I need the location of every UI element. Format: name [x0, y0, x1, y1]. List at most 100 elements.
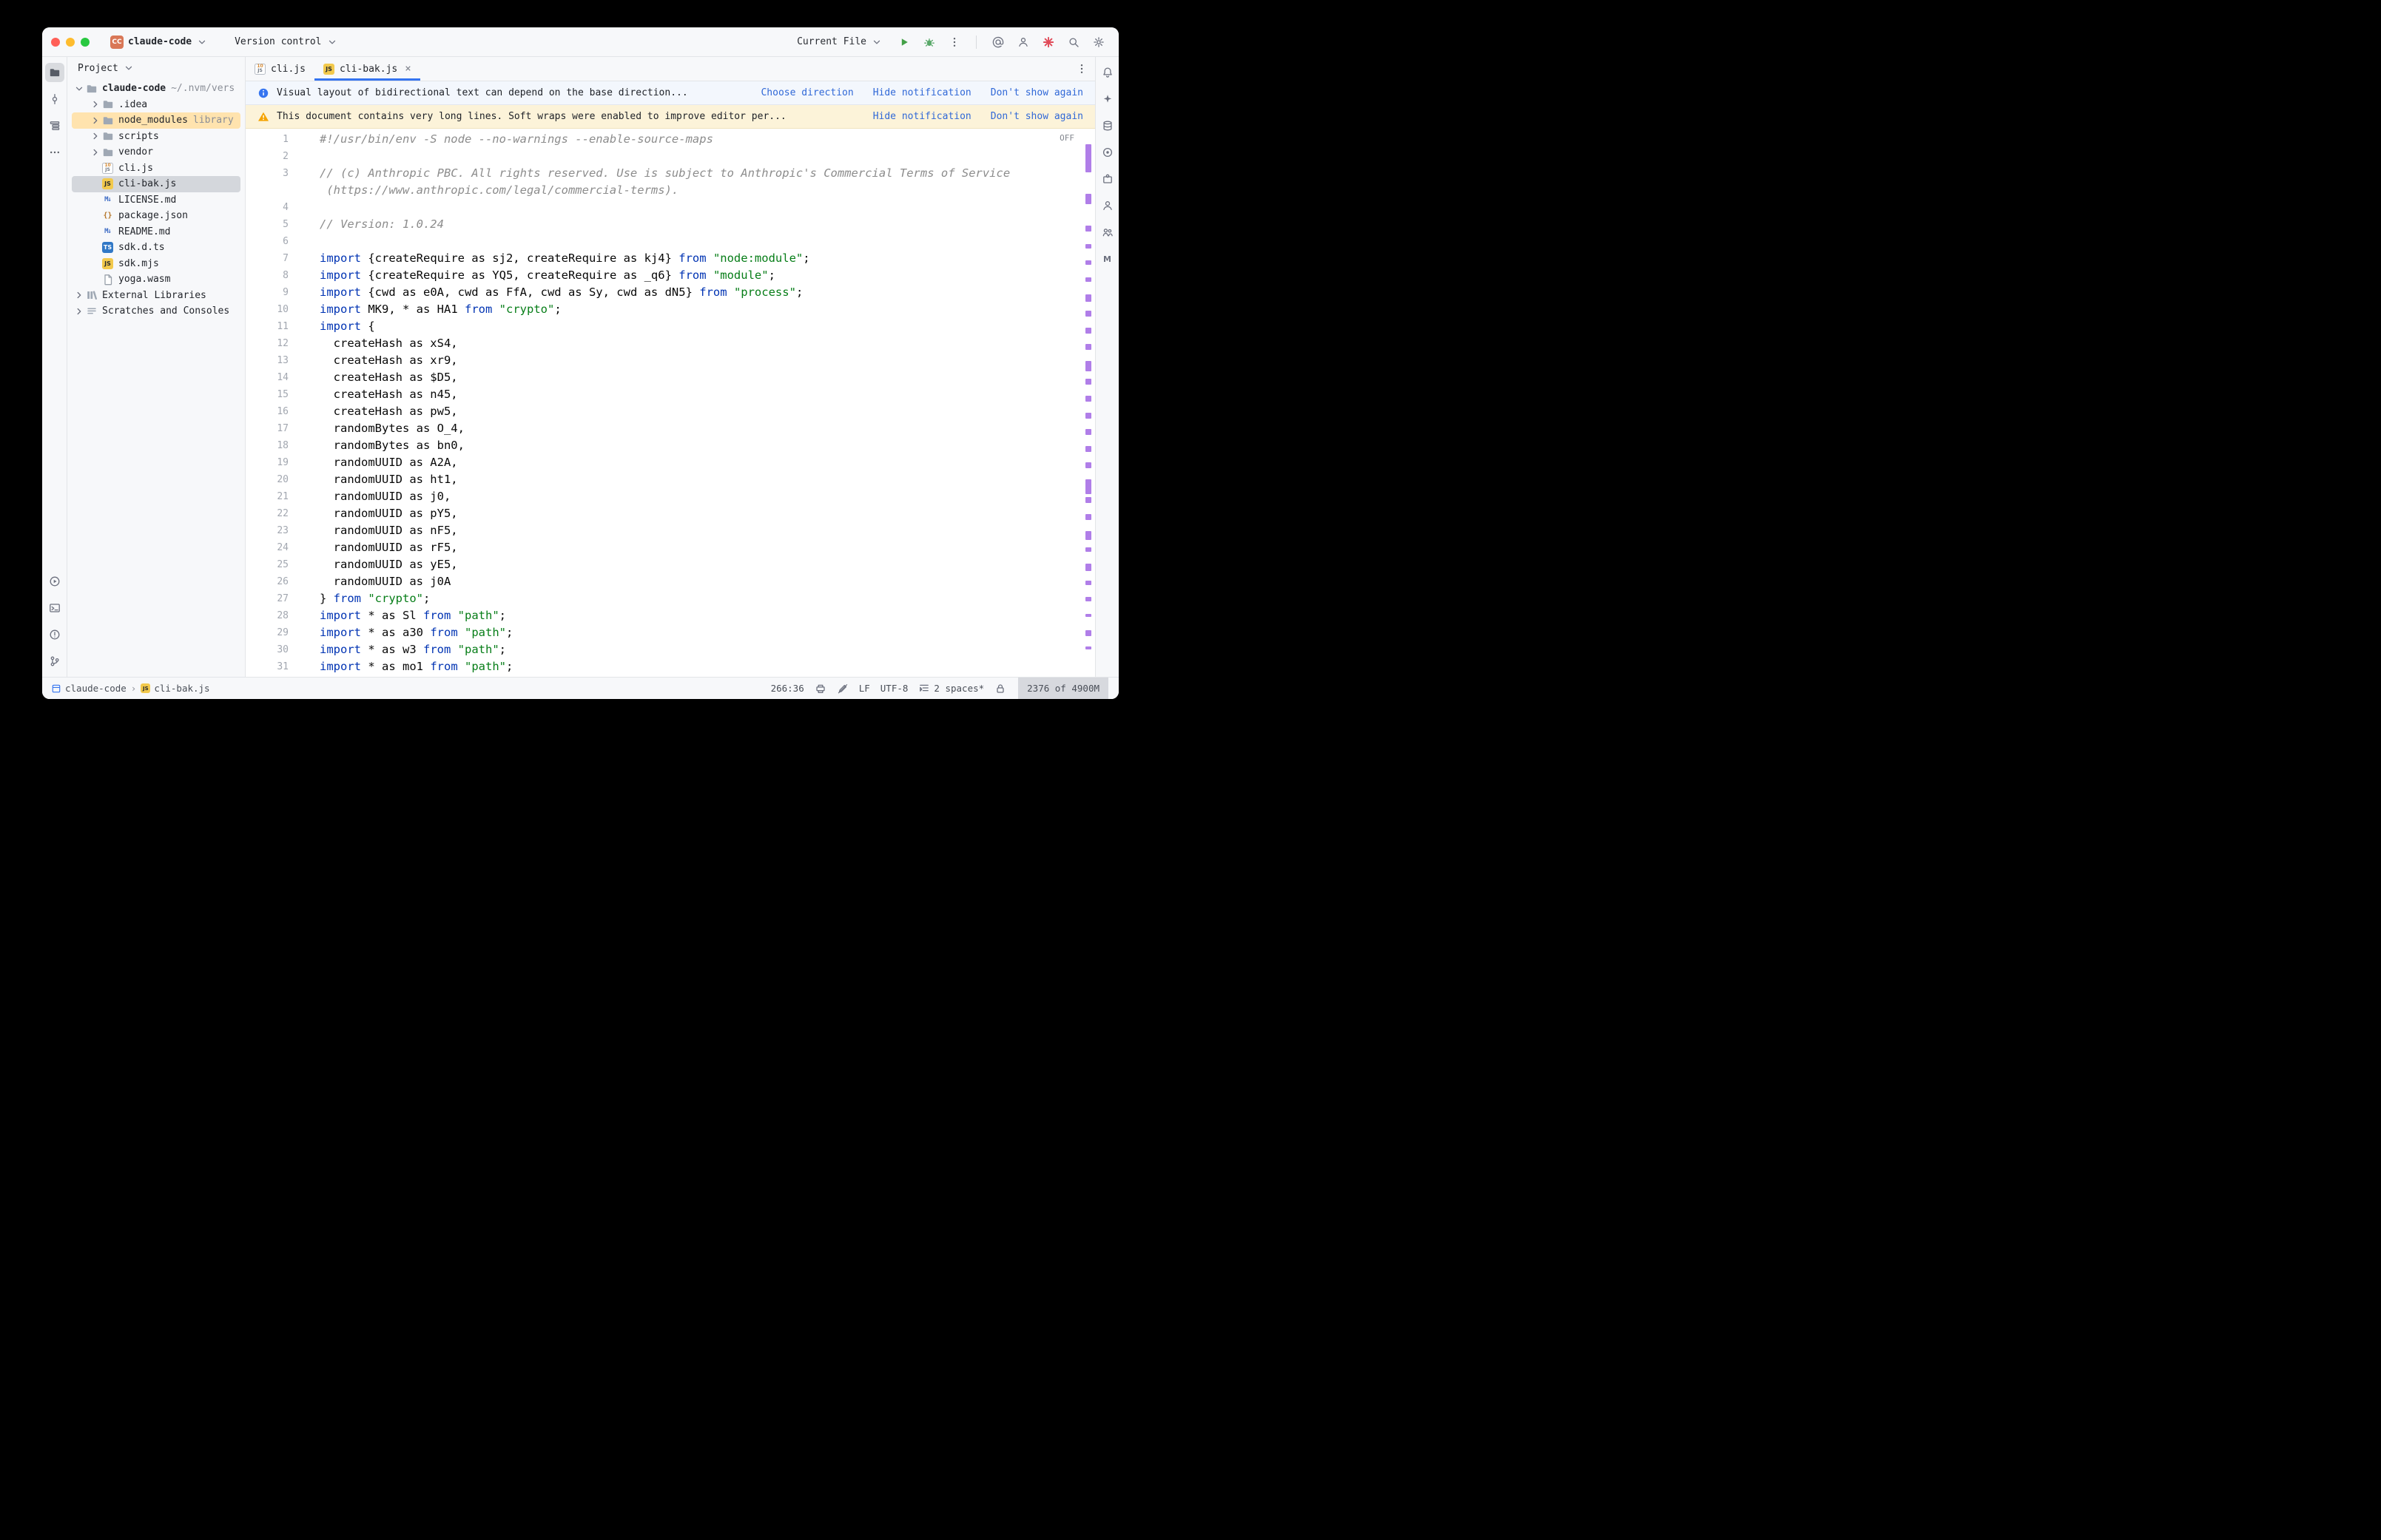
user-icon[interactable]: [1014, 33, 1033, 52]
tree-item-readme-md[interactable]: M↓README.md: [72, 224, 240, 240]
link-hide-notification[interactable]: Hide notification: [873, 111, 971, 122]
settings-icon[interactable]: [1089, 33, 1108, 52]
code-line[interactable]: 29import * as a30 from "path";: [246, 624, 1095, 641]
link-choose-direction[interactable]: Choose direction: [761, 87, 853, 98]
line-number[interactable]: 6: [246, 233, 289, 250]
line-number[interactable]: 2: [246, 148, 289, 165]
code-line[interactable]: 17 randomBytes as O_4,: [246, 420, 1095, 437]
tree-item-sdk-mjs[interactable]: JSsdk.mjs: [72, 256, 240, 272]
tree-item-sdk-d-ts[interactable]: TSsdk.d.ts: [72, 240, 240, 256]
line-number[interactable]: 10: [246, 301, 289, 318]
chevron-right-icon[interactable]: [90, 98, 101, 110]
project-folder-icon[interactable]: [45, 63, 64, 82]
code-line[interactable]: 8import {createRequire as YQ5, createReq…: [246, 267, 1095, 284]
line-number[interactable]: 25: [246, 556, 289, 573]
database-icon[interactable]: [1098, 116, 1117, 135]
chevron-down-icon[interactable]: [73, 83, 85, 95]
code-line[interactable]: 18 randomBytes as bn0,: [246, 437, 1095, 454]
line-number[interactable]: 30: [246, 641, 289, 658]
code-line[interactable]: 28import * as Sl from "path";: [246, 607, 1095, 624]
line-number[interactable]: 11: [246, 318, 289, 335]
indent-widget[interactable]: 2 spaces*: [918, 683, 984, 695]
code-line[interactable]: 3// (c) Anthropic PBC. All rights reserv…: [246, 165, 1095, 182]
caret-position-widget[interactable]: 266:36: [771, 683, 804, 694]
line-number[interactable]: 28: [246, 607, 289, 624]
profile-icon[interactable]: [1098, 196, 1117, 215]
breadcrumb-file[interactable]: JS cli-bak.js: [141, 683, 209, 694]
run-configuration-selector[interactable]: Current File: [797, 36, 883, 48]
line-number[interactable]: 24: [246, 539, 289, 556]
line-number[interactable]: [246, 182, 289, 199]
tab-cli-js[interactable]: 10JScli.js: [246, 57, 314, 81]
link-don-t-show-again[interactable]: Don't show again: [991, 111, 1083, 122]
code-editor[interactable]: 1#!/usr/bin/env -S node --no-warnings --…: [246, 129, 1095, 677]
search-icon[interactable]: [1064, 33, 1083, 52]
line-number[interactable]: 31: [246, 658, 289, 675]
line-number[interactable]: 19: [246, 454, 289, 471]
code-line[interactable]: 21 randomUUID as j0,: [246, 488, 1095, 505]
tree-item-license-md[interactable]: M↓LICENSE.md: [72, 192, 240, 209]
line-number[interactable]: 18: [246, 437, 289, 454]
code-line[interactable]: 22 randomUUID as pY5,: [246, 505, 1095, 522]
line-number[interactable]: 26: [246, 573, 289, 590]
line-number[interactable]: 15: [246, 386, 289, 403]
tree-item-node-modules[interactable]: node_moduleslibrary: [72, 112, 240, 129]
chevron-right-icon[interactable]: [90, 130, 101, 142]
close-tab-icon[interactable]: ×: [405, 63, 411, 75]
problems-icon[interactable]: [45, 625, 64, 644]
tree-item-external-libraries[interactable]: External Libraries: [72, 288, 240, 304]
tree-item-cli-js[interactable]: 10JScli.js: [72, 161, 240, 177]
tree-item-idea[interactable]: .idea: [72, 97, 240, 113]
project-widget[interactable]: CC claude-code: [110, 36, 208, 49]
code-line[interactable]: 11import {: [246, 318, 1095, 335]
code-line[interactable]: 30import * as w3 from "path";: [246, 641, 1095, 658]
code-line[interactable]: 2: [246, 148, 1095, 165]
line-number[interactable]: 21: [246, 488, 289, 505]
tree-item-vendor[interactable]: vendor: [72, 144, 240, 161]
link-hide-notification[interactable]: Hide notification: [873, 87, 971, 98]
ai-assistant-icon[interactable]: [1098, 90, 1117, 109]
tree-item-cli-bak-js[interactable]: JScli-bak.js: [72, 176, 240, 192]
lock-icon[interactable]: [994, 683, 1006, 695]
line-separator-widget[interactable]: LF: [859, 683, 870, 694]
tree-item-claude-code[interactable]: claude-code~/.nvm/vers: [72, 81, 240, 97]
code-line[interactable]: 25 randomUUID as yE5,: [246, 556, 1095, 573]
git-branch-icon[interactable]: [45, 652, 64, 671]
line-number[interactable]: 29: [246, 624, 289, 641]
code-line[interactable]: 24 randomUUID as rF5,: [246, 539, 1095, 556]
line-number[interactable]: 27: [246, 590, 289, 607]
tab-cli-bak-js[interactable]: JScli-bak.js×: [314, 57, 420, 81]
code-line[interactable]: 4: [246, 199, 1095, 216]
more-vertical-icon[interactable]: [945, 33, 964, 52]
code-line[interactable]: 10import MK9, * as HA1 from "crypto";: [246, 301, 1095, 318]
more-icon[interactable]: [45, 143, 64, 162]
coverage-icon[interactable]: [1098, 143, 1117, 162]
code-line[interactable]: 7import {createRequire as sj2, createReq…: [246, 250, 1095, 267]
code-line[interactable]: 13 createHash as xr9,: [246, 352, 1095, 369]
starburst-icon[interactable]: [1039, 33, 1058, 52]
code-line[interactable]: 1#!/usr/bin/env -S node --no-warnings --…: [246, 131, 1095, 148]
line-number[interactable]: 17: [246, 420, 289, 437]
code-line[interactable]: 31import * as mo1 from "path";: [246, 658, 1095, 675]
editor-scrollbar[interactable]: [1085, 129, 1093, 677]
breadcrumb-project[interactable]: claude-code: [51, 683, 127, 694]
code-line[interactable]: 16 createHash as pw5,: [246, 403, 1095, 420]
line-number[interactable]: 22: [246, 505, 289, 522]
line-number[interactable]: 8: [246, 267, 289, 284]
code-line[interactable]: 6: [246, 233, 1095, 250]
line-number[interactable]: 23: [246, 522, 289, 539]
commit-icon[interactable]: [45, 90, 64, 109]
printer-icon[interactable]: [815, 683, 826, 695]
structure-icon[interactable]: [45, 116, 64, 135]
line-number[interactable]: 13: [246, 352, 289, 369]
line-number[interactable]: 3: [246, 165, 289, 182]
notifications-bell-icon[interactable]: [1098, 63, 1117, 82]
debug-icon[interactable]: [920, 33, 939, 52]
chevron-right-icon[interactable]: [90, 146, 101, 158]
code-line[interactable]: 20 randomUUID as ht1,: [246, 471, 1095, 488]
line-number[interactable]: 1: [246, 131, 289, 148]
code-line[interactable]: 27} from "crypto";: [246, 590, 1095, 607]
tree-item-yoga-wasm[interactable]: yoga.wasm: [72, 271, 240, 288]
chevron-right-icon[interactable]: [90, 115, 101, 126]
line-number[interactable]: 14: [246, 369, 289, 386]
